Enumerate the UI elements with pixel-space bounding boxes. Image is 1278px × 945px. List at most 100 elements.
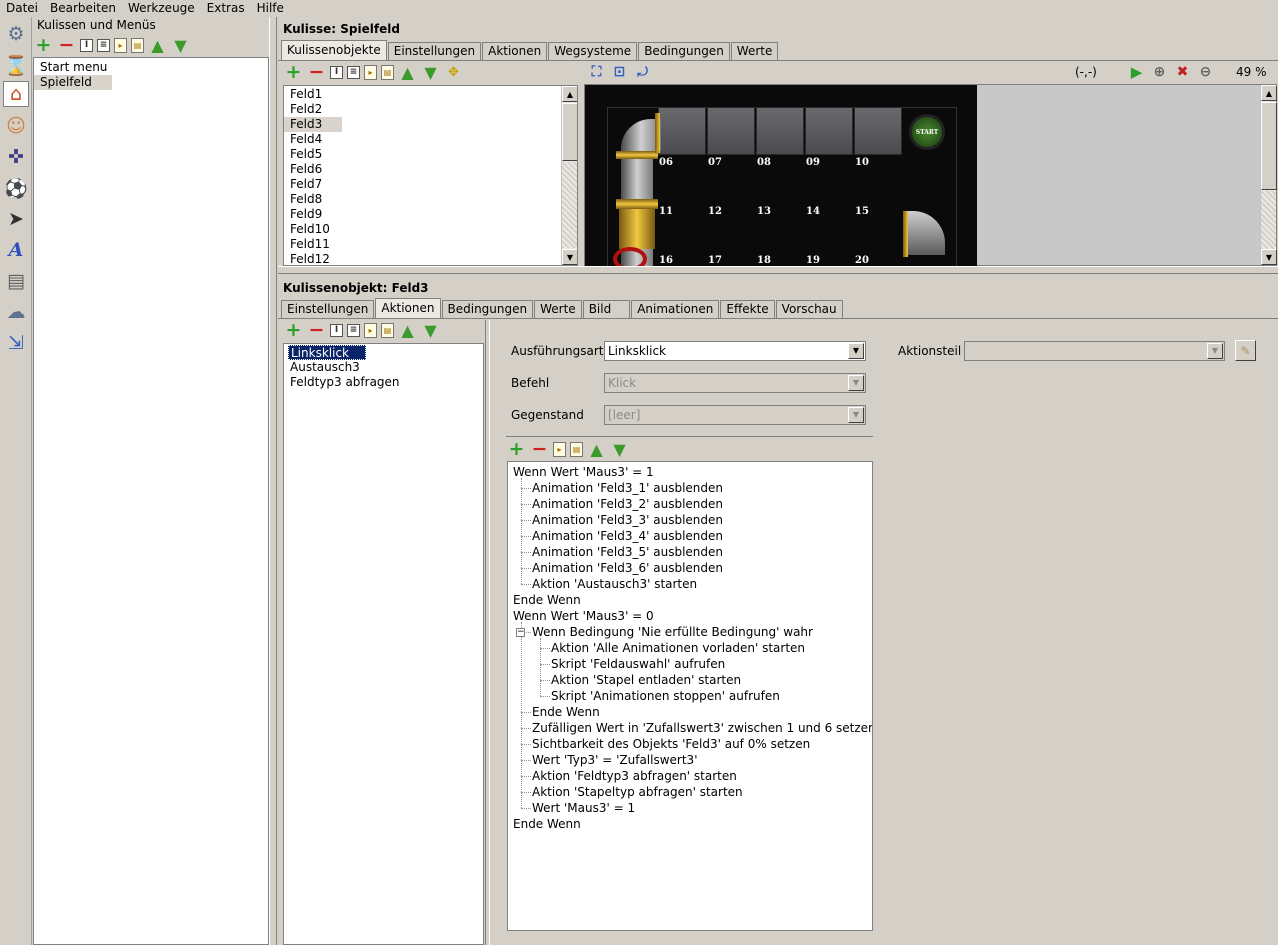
play-icon[interactable]: ▶ [1127, 63, 1146, 82]
tab-werte[interactable]: Werte [534, 300, 582, 318]
ausfuehrungsart-select[interactable]: Linksklick ▼ [604, 341, 866, 361]
tree-item[interactable]: Ende Wenn [513, 592, 581, 608]
edit-icon[interactable]: ✎ [1235, 340, 1256, 361]
tree-item[interactable]: Aktion 'Austausch3' starten [532, 576, 697, 592]
chevron-down-icon[interactable]: ▼ [848, 343, 864, 359]
rotate-icon[interactable]: ⤾ [633, 63, 652, 82]
tree-item[interactable]: Animation 'Feld3_3' ausblenden [532, 512, 723, 528]
list-item-selected[interactable]: Spielfeld [34, 75, 112, 90]
cell-number[interactable]: 17 [708, 255, 722, 266]
paste-icon[interactable]: ▸ [114, 37, 127, 53]
cell-number[interactable]: 09 [806, 157, 820, 168]
person-icon[interactable]: ☺ [3, 113, 29, 139]
cell-number[interactable]: 15 [855, 206, 869, 217]
copy-icon[interactable]: ▤ [381, 64, 394, 80]
horizontal-splitter[interactable] [278, 266, 1278, 274]
tree-item[interactable]: Skript 'Animationen stoppen' aufrufen [551, 688, 780, 704]
canvas-scrollbar[interactable]: ▲ ▼ [1260, 85, 1277, 265]
script-icon[interactable]: ▤ [3, 268, 29, 294]
cell-number[interactable]: 10 [855, 157, 869, 168]
list-item[interactable]: Feld6 [284, 162, 577, 177]
scroll-up-icon[interactable]: ▲ [1261, 85, 1277, 101]
list-item[interactable]: Feld5 [284, 147, 577, 162]
tab-aktionen[interactable]: Aktionen [482, 42, 548, 60]
zoom-out-icon[interactable]: ⊖ [1196, 63, 1215, 82]
menu-werkzeuge[interactable]: Werkzeuge [122, 0, 201, 17]
tree-item[interactable]: Skript 'Feldauswahl' aufrufen [551, 656, 725, 672]
remove-icon[interactable]: − [307, 319, 326, 341]
menu-extras[interactable]: Extras [201, 0, 251, 17]
tab-bild[interactable]: Bild [582, 300, 631, 318]
tree-item[interactable]: Aktion 'Alle Animationen vorladen' start… [551, 640, 805, 656]
list-item[interactable]: Feld2 [284, 102, 577, 117]
collapse-icon[interactable]: − [516, 628, 525, 637]
properties-icon[interactable]: ≡ [97, 38, 110, 52]
actions-splitter[interactable] [485, 320, 490, 945]
tree-item[interactable]: Animation 'Feld3_2' ausblenden [532, 496, 723, 512]
cell-number[interactable]: 16 [659, 255, 673, 266]
list-item[interactable]: Feld11 [284, 237, 577, 252]
tree-item[interactable]: Animation 'Feld3_4' ausblenden [532, 528, 723, 544]
tab-bedingungen[interactable]: Bedingungen [441, 300, 534, 318]
menu-datei[interactable]: Datei [0, 0, 44, 17]
tree-item[interactable]: Ende Wenn [532, 704, 600, 720]
cell-number[interactable]: 14 [806, 206, 820, 217]
move-up-icon[interactable]: ▲ [398, 63, 417, 82]
cell-number[interactable]: 12 [708, 206, 722, 217]
list-item[interactable]: Austausch3 [284, 360, 483, 375]
move-down-icon[interactable]: ▼ [171, 36, 190, 55]
remove-icon[interactable]: − [57, 34, 76, 56]
cell-number[interactable]: 20 [855, 255, 869, 266]
tree-item[interactable]: Ende Wenn [513, 816, 581, 832]
move-down-icon[interactable]: ▼ [421, 63, 440, 82]
list-item[interactable]: Feld8 [284, 192, 577, 207]
tab-effekte[interactable]: Effekte [720, 300, 775, 318]
canvas-area[interactable]: START 06 07 08 09 10 11 12 13 14 15 16 1… [584, 84, 1277, 267]
cursor-icon[interactable]: ➤ [3, 206, 29, 232]
gamepad-icon[interactable]: ✜ [3, 144, 29, 170]
ball-icon[interactable]: ⚽ [3, 175, 29, 201]
move-down-icon[interactable]: ▼ [610, 440, 629, 459]
cell-number[interactable]: 11 [659, 206, 673, 217]
export-icon[interactable]: ⇲ [3, 330, 29, 356]
move-up-icon[interactable]: ▲ [398, 321, 417, 340]
add-icon[interactable]: + [507, 438, 526, 460]
list-item[interactable]: Start menu [34, 60, 268, 75]
properties-icon[interactable]: ≡ [347, 65, 360, 79]
tab-aktionen[interactable]: Aktionen [375, 298, 441, 318]
zoom-reset-icon[interactable]: ✖ [1173, 63, 1192, 82]
list-item-selected[interactable]: Feld3 [284, 117, 343, 132]
scroll-down-icon[interactable]: ▼ [1261, 249, 1277, 265]
extra-tool-icon[interactable]: ✥ [444, 63, 463, 82]
weather-icon[interactable]: ☁ [3, 299, 29, 325]
scroll-up-icon[interactable]: ▲ [562, 86, 577, 102]
remove-icon[interactable]: − [307, 61, 326, 83]
tree-item[interactable]: Wenn Wert 'Maus3' = 1 [513, 464, 654, 480]
tab-einstellungen[interactable]: Einstellungen [281, 300, 375, 318]
text-icon[interactable]: A [3, 237, 29, 263]
tree-item[interactable]: Zufälligen Wert in 'Zufallswert3' zwisch… [532, 720, 872, 736]
copy-icon[interactable]: ▤ [570, 441, 583, 457]
list-item[interactable]: Feld1 [284, 87, 577, 102]
copy-icon[interactable]: ▤ [131, 37, 144, 53]
cell-number[interactable]: 06 [659, 157, 673, 168]
cell-number[interactable]: 08 [757, 157, 771, 168]
move-down-icon[interactable]: ▼ [421, 321, 440, 340]
objects-scrollbar[interactable]: ▲ ▼ [561, 86, 577, 265]
scroll-down-icon[interactable]: ▼ [562, 249, 577, 265]
cell-number[interactable]: 18 [757, 255, 771, 266]
paste-icon[interactable]: ▸ [364, 64, 377, 80]
list-item[interactable]: Feld4 [284, 132, 577, 147]
tree-item[interactable]: Sichtbarkeit des Objekts 'Feld3' auf 0% … [532, 736, 810, 752]
rename-icon[interactable]: I [330, 323, 343, 337]
list-item[interactable]: Feld12 [284, 252, 577, 265]
tree-item[interactable]: Wenn Wert 'Maus3' = 0 [513, 608, 654, 624]
tree-item[interactable]: Wenn Bedingung 'Nie erfüllte Bedingung' … [532, 624, 813, 640]
tree-item[interactable]: Aktion 'Stapeltyp abfragen' starten [532, 784, 743, 800]
vertical-splitter[interactable] [269, 17, 277, 945]
add-icon[interactable]: + [284, 319, 303, 341]
tab-animationen[interactable]: Animationen [631, 300, 720, 318]
remove-icon[interactable]: − [530, 438, 549, 460]
move-up-icon[interactable]: ▲ [587, 440, 606, 459]
menu-hilfe[interactable]: Hilfe [251, 0, 290, 17]
